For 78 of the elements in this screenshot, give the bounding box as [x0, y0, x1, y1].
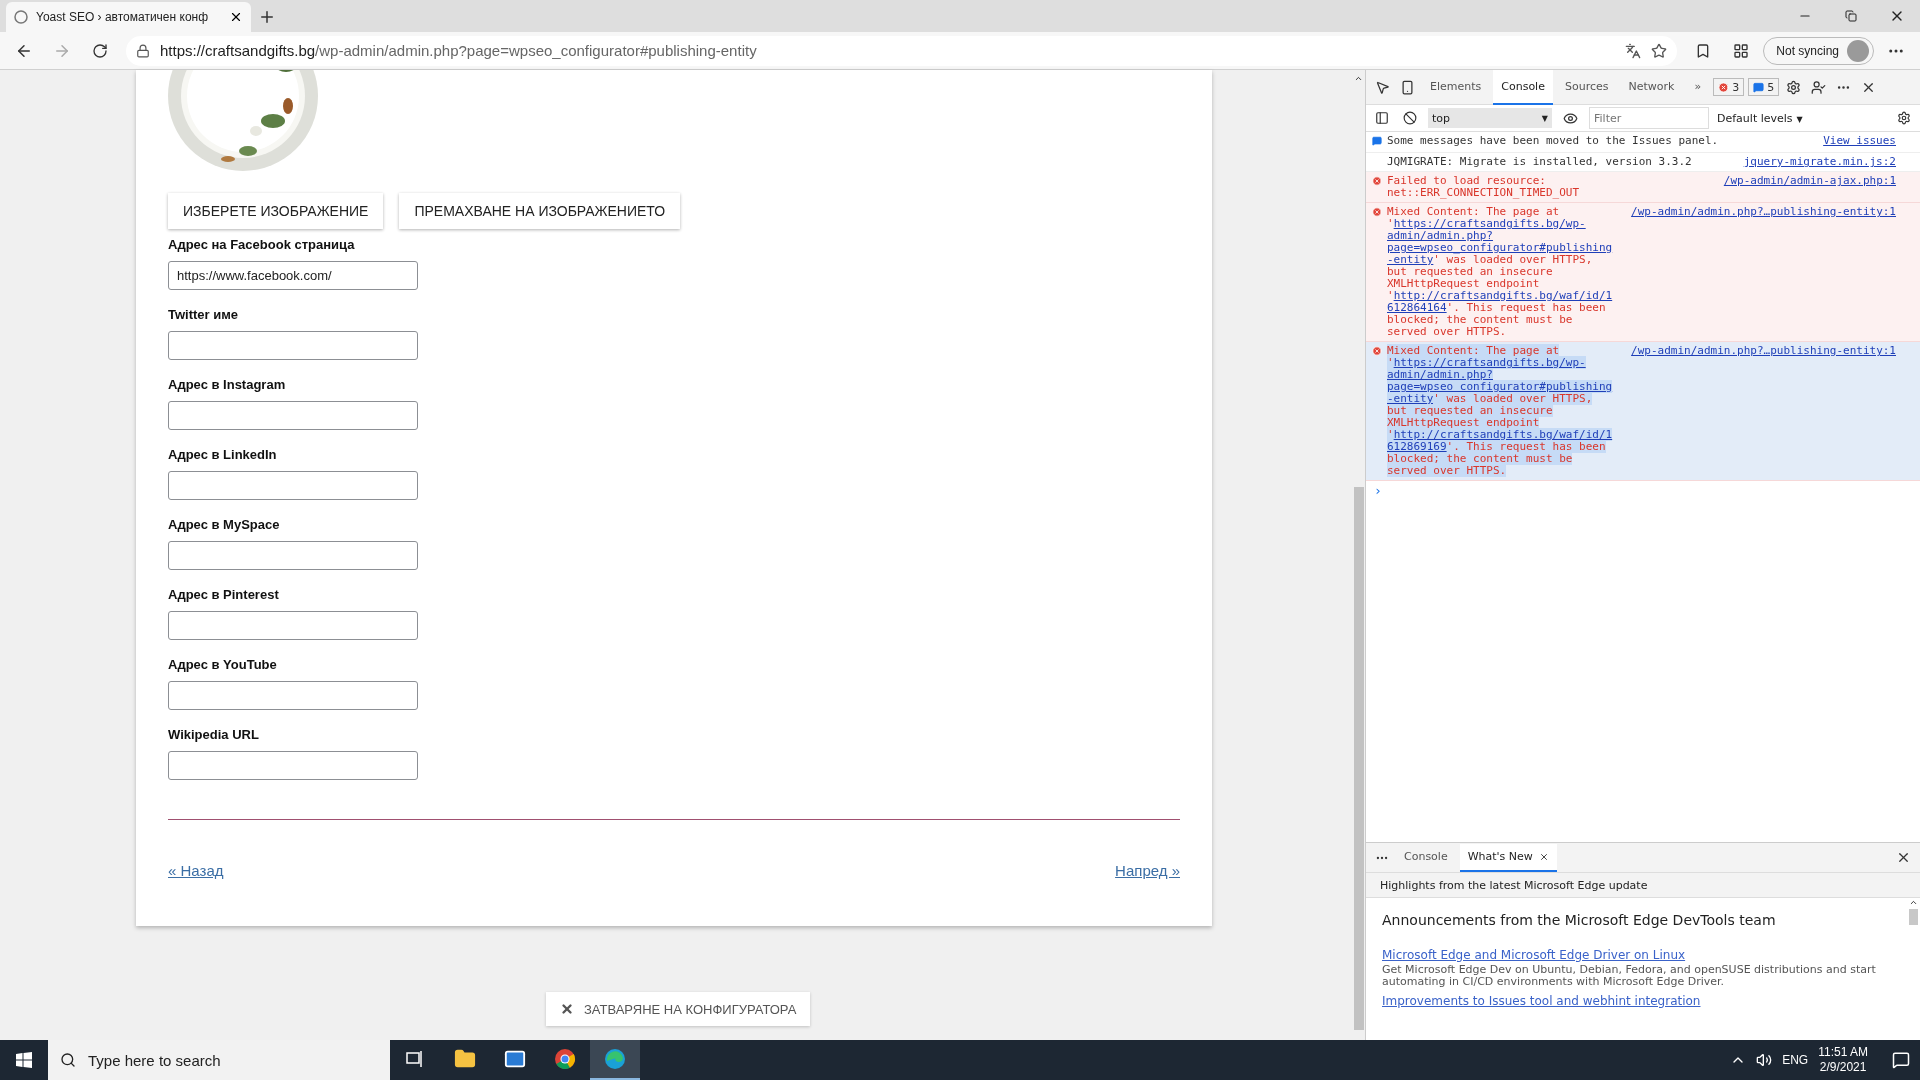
- field-label: Адрес в Instagram: [168, 377, 287, 394]
- field-label: Адрес в LinkedIn: [168, 447, 278, 464]
- input-field[interactable]: [168, 401, 418, 430]
- favorite-icon[interactable]: [1651, 42, 1668, 59]
- field-label: Адрес в YouTube: [168, 657, 278, 674]
- message-text: Failed to load resource: net::ERR_CONNECTION_TIMED_OUT: [1387, 175, 1581, 199]
- source-link[interactable]: /wp-admin/admin.php?…publishing-entity:1: [1631, 345, 1896, 357]
- message-text: JQMIGRATE: Migrate is installed, version 3.3.2: [1387, 156, 1693, 168]
- scroll-up-icon[interactable]: [1354, 74, 1363, 83]
- devtools-tab[interactable]: Sources: [1556, 69, 1617, 105]
- next-link[interactable]: Напред »: [1115, 862, 1180, 879]
- error-icon: [1372, 176, 1382, 186]
- field-label: Адрес в MySpace: [168, 517, 281, 534]
- browser-logo-icon: [604, 1048, 626, 1070]
- error-icon: [1372, 207, 1382, 217]
- task-view-icon: [406, 1051, 424, 1067]
- scrollbar-thumb[interactable]: [1908, 909, 1918, 925]
- avatar-icon: [1847, 39, 1869, 62]
- message-icon: [1372, 136, 1382, 146]
- scroll-up-icon[interactable]: [1908, 898, 1918, 907]
- close-configurator-button[interactable]: ЗАТВАРЯНЕ НА КОНФИГУРАТОРА: [546, 992, 811, 1026]
- address-bar[interactable]: https://craftsandgifts.bg/wp-admin/admin.php?page=wpseo_configurator#publishing-entity: [126, 35, 1678, 66]
- source-link[interactable]: jquery-migrate.min.js:2: [1743, 156, 1896, 168]
- field-label: Адрес на Facebook страница: [168, 237, 356, 254]
- drawer-tab[interactable]: Console: [1396, 843, 1456, 872]
- speaker-icon[interactable]: [1756, 1052, 1773, 1068]
- source-link[interactable]: /wp-admin/admin-ajax.php:1: [1723, 175, 1896, 187]
- source-link[interactable]: /wp-admin/admin.php?…publishing-entity:1: [1631, 206, 1896, 218]
- language-indicator[interactable]: ENG: [1782, 1053, 1809, 1067]
- devtools-tab[interactable]: Network: [1620, 69, 1683, 105]
- announcements-heading: Announcements from the Microsoft Edge DevTools team: [1382, 912, 1777, 928]
- lock-icon: [136, 43, 150, 58]
- input-field[interactable]: [168, 541, 418, 570]
- site-icon: [14, 10, 28, 24]
- browser-tab[interactable]: Yoast SEO › автоматичен конф: [6, 2, 251, 32]
- field-label: Wikipedia URL: [168, 727, 260, 744]
- more-tabs-button[interactable]: »: [1686, 69, 1710, 105]
- input-field[interactable]: [168, 751, 418, 780]
- article-link[interactable]: Improvements to Issues tool and webhint integration: [1382, 994, 1890, 1008]
- image-button[interactable]: ИЗБЕРЕТЕ ИЗОБРАЖЕНИЕ: [168, 193, 384, 229]
- article-summary: Get Microsoft Edge Dev on Ubuntu, Debian, Fedora, and openSUSE distributions and start automating in CI/CD environments with Microsoft Edge Driver.: [1382, 964, 1877, 988]
- close-icon: [560, 1002, 574, 1016]
- filter-field[interactable]: Filter: [1589, 107, 1709, 129]
- error-icon: [1372, 346, 1382, 356]
- taskbar-search-field[interactable]: Type here to search: [48, 1040, 390, 1080]
- field-label: Twitter име: [168, 307, 240, 324]
- input-field[interactable]: [168, 611, 418, 640]
- folder-icon: [454, 1048, 476, 1070]
- input-field[interactable]: https://www.facebook.com/: [168, 261, 418, 290]
- message-text: Some messages have been moved to the Issues panel.: [1387, 135, 1720, 149]
- console-prompt[interactable]: ›: [1366, 481, 1920, 500]
- error-count-badge[interactable]: 3: [1713, 78, 1745, 96]
- source-link[interactable]: View issues: [1823, 135, 1896, 147]
- article-link[interactable]: Microsoft Edge and Microsoft Edge Driver on Linux: [1382, 948, 1890, 962]
- scrollbar-thumb[interactable]: [1353, 487, 1364, 1030]
- devtools-tab[interactable]: Console: [1493, 69, 1553, 105]
- message-text: Mixed Content: The page at 'https://craftsandgifts.bg/wp-admin/admin.php?page=wpseo_configurator#publishing-entity' was loaded over HTTPS, but requested an insecure XMLHttpRequest endpoint 'http://craftsandgifts.bg/waf/id/1612864164'. This request has been blocked; the content must be served over HTTPS.: [1387, 206, 1614, 338]
- back-link[interactable]: « Назад: [168, 862, 224, 879]
- image-button[interactable]: ПРЕМАХВАНЕ НА ИЗОБРАЖЕНИЕТО: [399, 193, 681, 229]
- search-icon: [60, 1052, 76, 1068]
- drawer-tab[interactable]: What's New: [1459, 843, 1557, 872]
- message-text: Mixed Content: The page at 'https://craftsandgifts.bg/wp-admin/admin.php?page=wpseo_configurator#publishing-entity' was loaded over HTTPS, but requested an insecure XMLHttpRequest endpoint 'http://craftsandgifts.bg/waf/id/1612869169'. This request has been blocked; the content must be served over HTTPS.: [1387, 345, 1614, 477]
- input-field[interactable]: [168, 681, 418, 710]
- message-count-badge[interactable]: 5: [1748, 78, 1780, 96]
- notification-icon[interactable]: [1892, 1051, 1910, 1069]
- close-icon[interactable]: [229, 10, 243, 24]
- levels-dropdown[interactable]: Default levels ▼: [1717, 111, 1886, 125]
- drawer-subtitle: Highlights from the latest Microsoft Edge update: [1366, 873, 1920, 898]
- input-field[interactable]: [168, 331, 418, 360]
- context-dropdown[interactable]: top ▼: [1428, 108, 1552, 128]
- browser-logo-icon: [554, 1048, 576, 1070]
- input-field[interactable]: [168, 471, 418, 500]
- clock[interactable]: 11:51 AM 2/9/2021: [1818, 1045, 1868, 1075]
- translate-icon[interactable]: [1625, 42, 1642, 59]
- devtools-tab[interactable]: Elements: [1422, 69, 1490, 105]
- close-icon[interactable]: [1538, 851, 1549, 862]
- field-label: Адрес в Pinterest: [168, 587, 280, 604]
- windows-logo-icon: [16, 1052, 32, 1068]
